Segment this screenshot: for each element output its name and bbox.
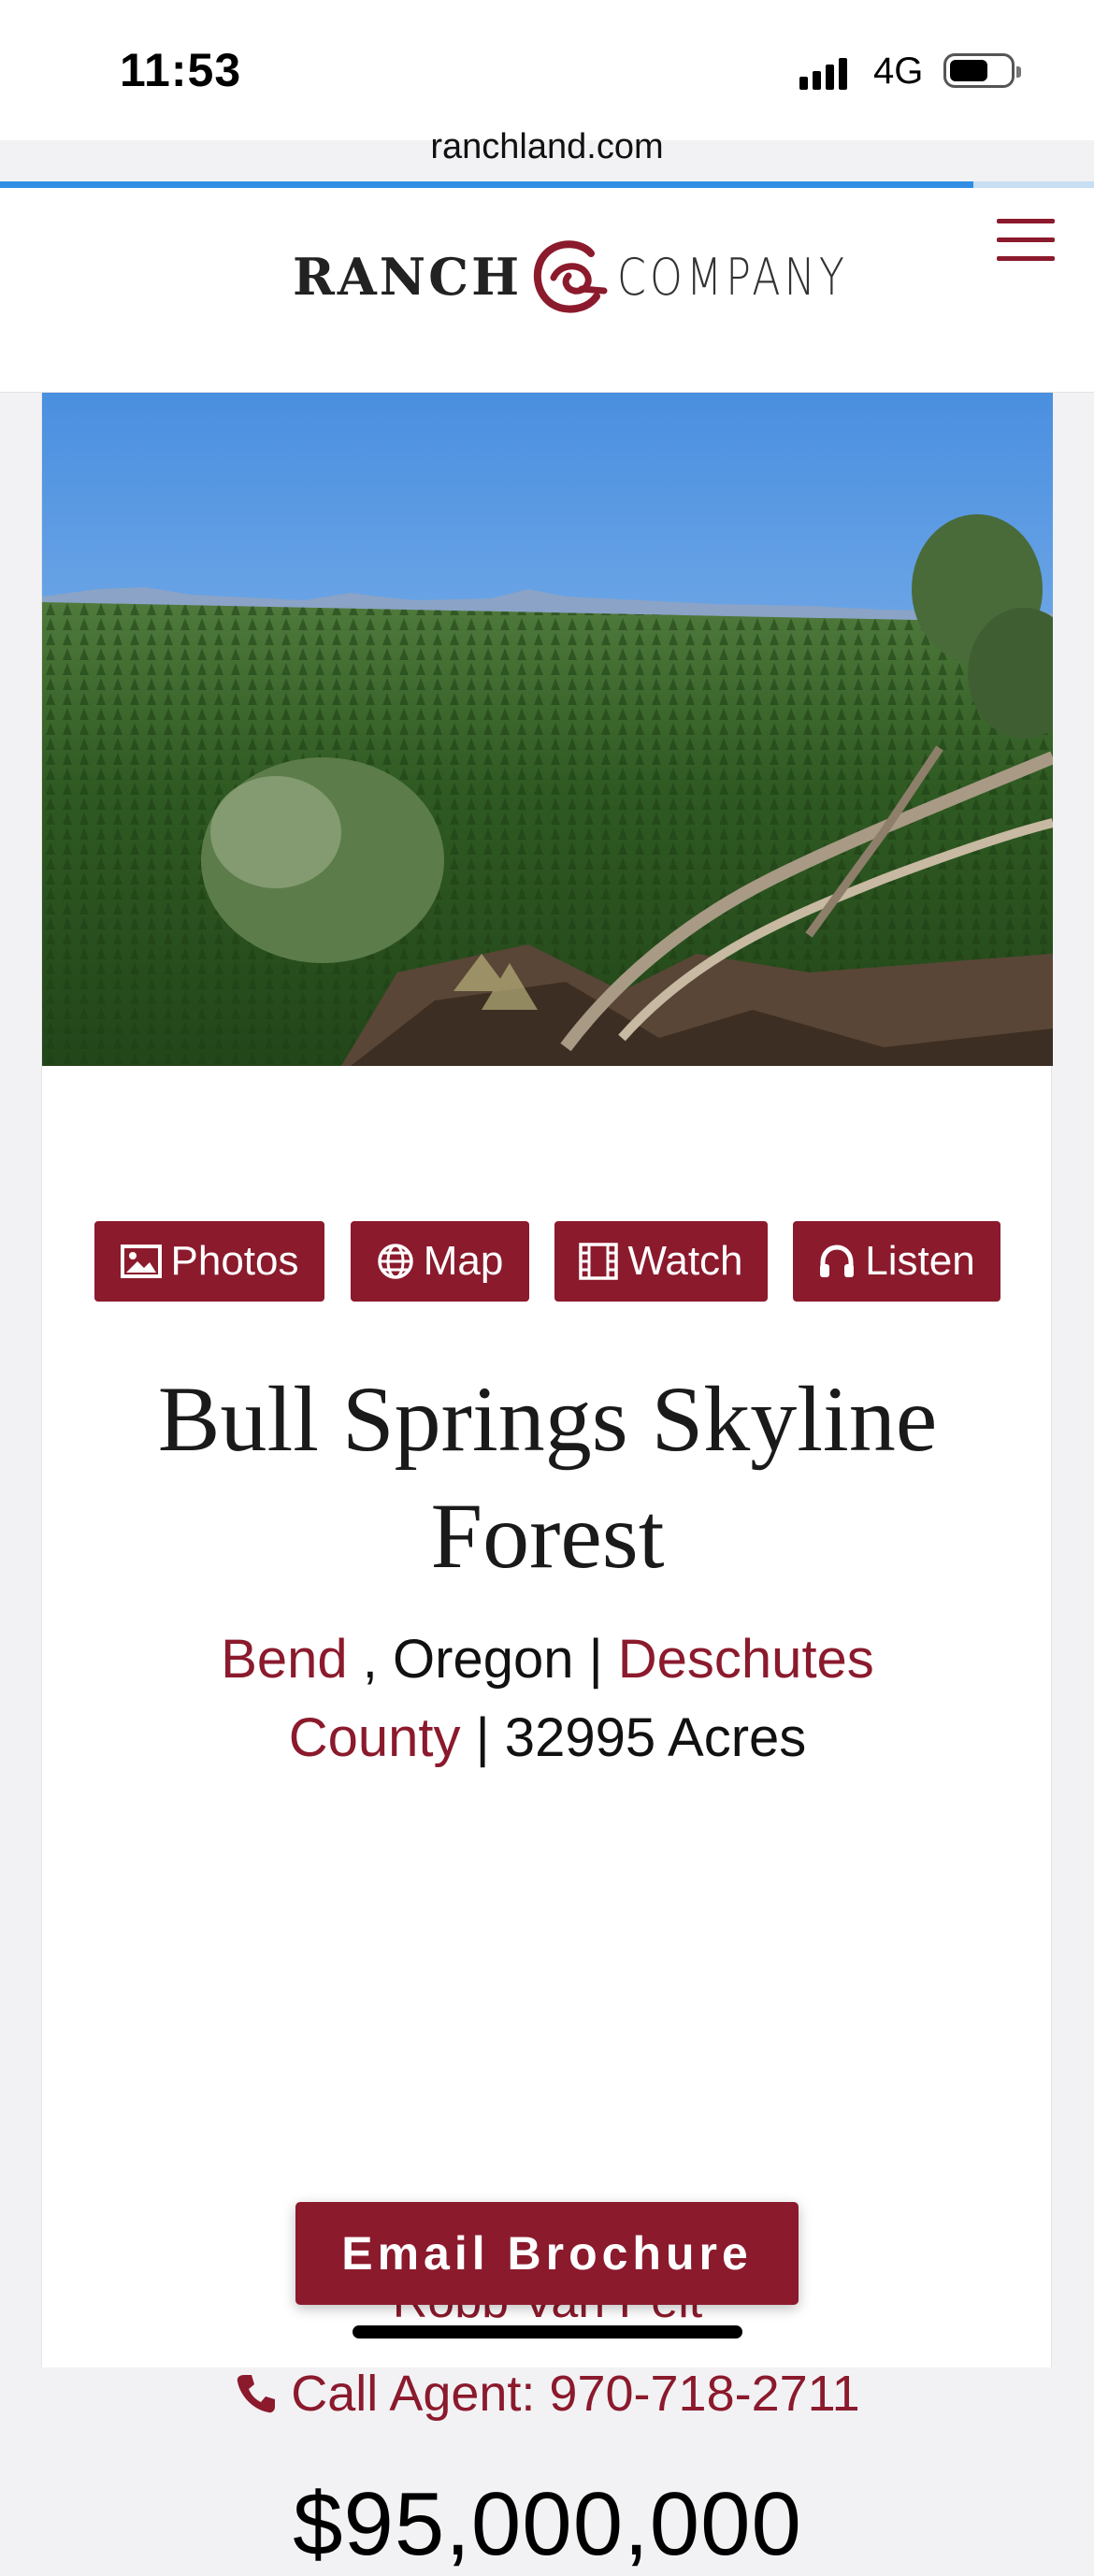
listen-button[interactable]: Listen bbox=[793, 1221, 1000, 1302]
map-label: Map bbox=[423, 1238, 504, 1284]
photos-button[interactable]: Photos bbox=[94, 1221, 324, 1302]
listing-price: $95,000,000 bbox=[293, 2474, 802, 2574]
home-indicator[interactable] bbox=[353, 2325, 742, 2339]
photos-label: Photos bbox=[170, 1238, 299, 1284]
status-time: 11:53 bbox=[120, 44, 242, 96]
logo-text-ranch: RANCH bbox=[293, 247, 523, 307]
network-type: 4G bbox=[873, 50, 924, 92]
logo-mark-icon bbox=[533, 240, 608, 313]
map-button[interactable]: Map bbox=[351, 1221, 529, 1302]
battery-icon bbox=[943, 53, 1021, 88]
listing-title-line2: Forest bbox=[430, 1484, 665, 1588]
watch-label: Watch bbox=[627, 1238, 743, 1284]
hamburger-menu-icon[interactable] bbox=[997, 219, 1055, 262]
site-logo[interactable]: RANCH COMPANY bbox=[293, 235, 899, 319]
page-load-progress bbox=[0, 181, 1094, 188]
cellular-signal-icon bbox=[799, 52, 847, 90]
call-agent-link[interactable]: Call Agent: 970-718-2711 bbox=[42, 2365, 1053, 2423]
listing-card: Photos Map Watch Listen Bull Springs Sky… bbox=[41, 393, 1053, 2574]
state-text: , Oregon | bbox=[362, 1629, 603, 1690]
phone-icon bbox=[238, 2375, 276, 2413]
hero-photo[interactable] bbox=[42, 393, 1053, 1066]
film-icon bbox=[579, 1243, 619, 1280]
email-brochure-button[interactable]: Email Brochure bbox=[295, 2202, 799, 2305]
globe-icon bbox=[377, 1244, 413, 1279]
call-agent-label: Call Agent: 970-718-2711 bbox=[291, 2366, 860, 2422]
headphones-icon bbox=[820, 1245, 855, 1277]
logo-text-company: COMPANY bbox=[617, 247, 849, 307]
image-icon bbox=[120, 1245, 162, 1278]
county-link-part2[interactable]: County bbox=[289, 1707, 461, 1768]
site-header: RANCH COMPANY bbox=[0, 188, 1094, 393]
listing-location: Bend , Oregon | Deschutes County | 32995… bbox=[98, 1620, 997, 1777]
city-link[interactable]: Bend bbox=[221, 1629, 347, 1690]
listing-title-line1: Bull Springs Skyline bbox=[157, 1367, 938, 1471]
listen-label: Listen bbox=[865, 1238, 975, 1284]
address-bar-url[interactable]: ranchland.com bbox=[0, 127, 1094, 167]
listing-title: Bull Springs Skyline Forest bbox=[42, 1360, 1053, 1594]
media-tab-row: Photos Map Watch Listen bbox=[42, 1221, 1053, 1303]
watch-button[interactable]: Watch bbox=[554, 1221, 768, 1302]
acres-text: | 32995 Acres bbox=[475, 1707, 807, 1768]
status-bar: 11:53 4G ranchland.com bbox=[0, 0, 1094, 188]
page-load-progress-fill bbox=[0, 181, 974, 188]
county-link-part1[interactable]: Deschutes bbox=[618, 1629, 874, 1690]
